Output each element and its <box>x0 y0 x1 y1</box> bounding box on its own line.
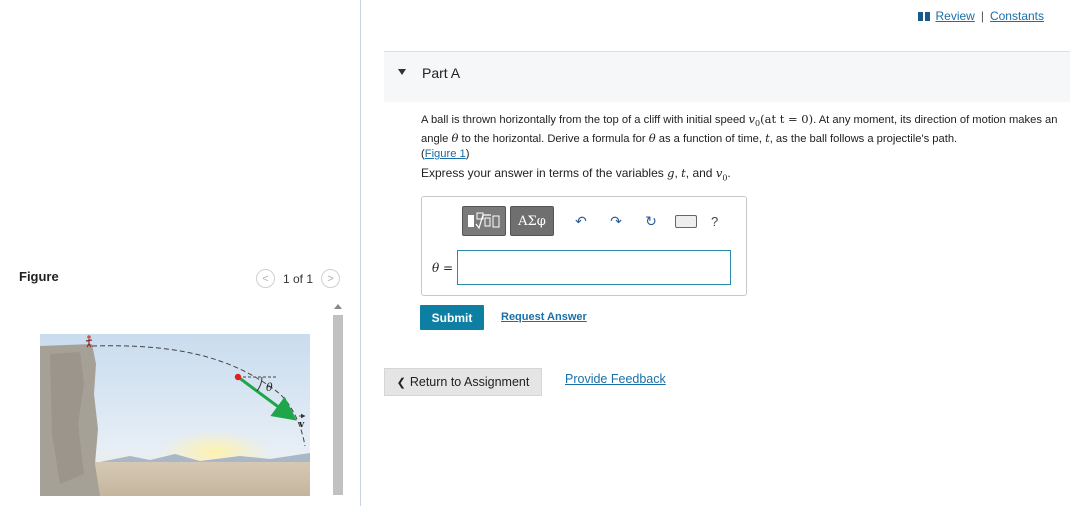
figure-link[interactable]: Figure 1 <box>425 148 466 160</box>
figure-panel: Figure < 1 of 1 > θ v <box>0 0 361 506</box>
provide-feedback-link[interactable]: Provide Feedback <box>565 372 666 386</box>
constants-link[interactable]: Constants <box>990 9 1044 23</box>
answer-box: ΑΣφ ↶ ↷ ↻ ? θ = <box>421 196 747 296</box>
question-text-segment: , as the ball follows a projectile's pat… <box>769 133 958 146</box>
resources-bar: Review | Constants <box>918 9 1044 23</box>
instruction-text: , and <box>685 166 716 180</box>
request-answer-link[interactable]: Request Answer <box>501 311 587 323</box>
figure-pagination: < 1 of 1 > <box>256 269 341 288</box>
time-condition: (at t = 0) <box>760 112 814 126</box>
chevron-right-icon: > <box>327 272 334 285</box>
part-title: Part A <box>422 65 461 81</box>
return-label: Return to Assignment <box>409 375 530 389</box>
undo-icon[interactable]: ↶ <box>573 213 589 230</box>
answer-variable-label: θ = <box>432 261 454 275</box>
question-text: A ball is thrown horizontally from the t… <box>421 112 1058 161</box>
reset-icon[interactable]: ↻ <box>643 213 659 230</box>
chevron-left-icon: ❮ <box>396 376 406 389</box>
return-to-assignment-button[interactable]: ❮ Return to Assignment <box>384 368 542 396</box>
projectile-figure: θ v <box>40 334 310 496</box>
submit-button[interactable]: Submit <box>420 305 484 330</box>
next-figure-button[interactable]: > <box>321 269 341 288</box>
figure-page-indicator: 1 of 1 <box>283 271 314 286</box>
velocity-label: v <box>298 420 305 430</box>
chevron-left-icon: < <box>262 272 269 285</box>
figure-title: Figure <box>19 269 59 284</box>
keyboard-icon[interactable] <box>675 214 697 228</box>
theta-label: θ <box>266 381 273 394</box>
scroll-up-icon[interactable] <box>334 304 342 309</box>
scroll-thumb[interactable] <box>333 315 343 495</box>
question-text-segment: A ball is thrown horizontally from the t… <box>421 114 749 126</box>
theta-symbol: θ <box>648 131 656 146</box>
help-button[interactable]: ? <box>711 214 718 229</box>
part-a-header[interactable]: Part A <box>384 51 1070 102</box>
review-link[interactable]: Review <box>935 9 974 23</box>
instruction-text: Express your answer in terms of the vari… <box>421 166 668 180</box>
greek-symbols-button[interactable]: ΑΣφ <box>510 206 554 236</box>
question-text-segment: as a function of time, <box>655 133 766 146</box>
templates-icon <box>468 212 500 230</box>
figure-scrollbar[interactable] <box>331 300 345 506</box>
collapse-caret-icon[interactable] <box>398 69 406 75</box>
redo-icon[interactable]: ↷ <box>608 213 624 230</box>
link-separator: | <box>980 9 984 23</box>
templates-button[interactable] <box>462 206 506 236</box>
question-text-segment: to the horizontal. Derive a formula for <box>458 133 649 146</box>
math-toolbar: ΑΣφ ↶ ↷ ↻ ? <box>462 205 746 237</box>
previous-figure-button[interactable]: < <box>256 269 275 288</box>
book-icon <box>918 11 931 21</box>
instruction-text: . <box>727 166 731 180</box>
answer-instruction: Express your answer in terms of the vari… <box>421 166 731 182</box>
ball <box>234 373 242 381</box>
answer-input[interactable] <box>457 250 731 285</box>
